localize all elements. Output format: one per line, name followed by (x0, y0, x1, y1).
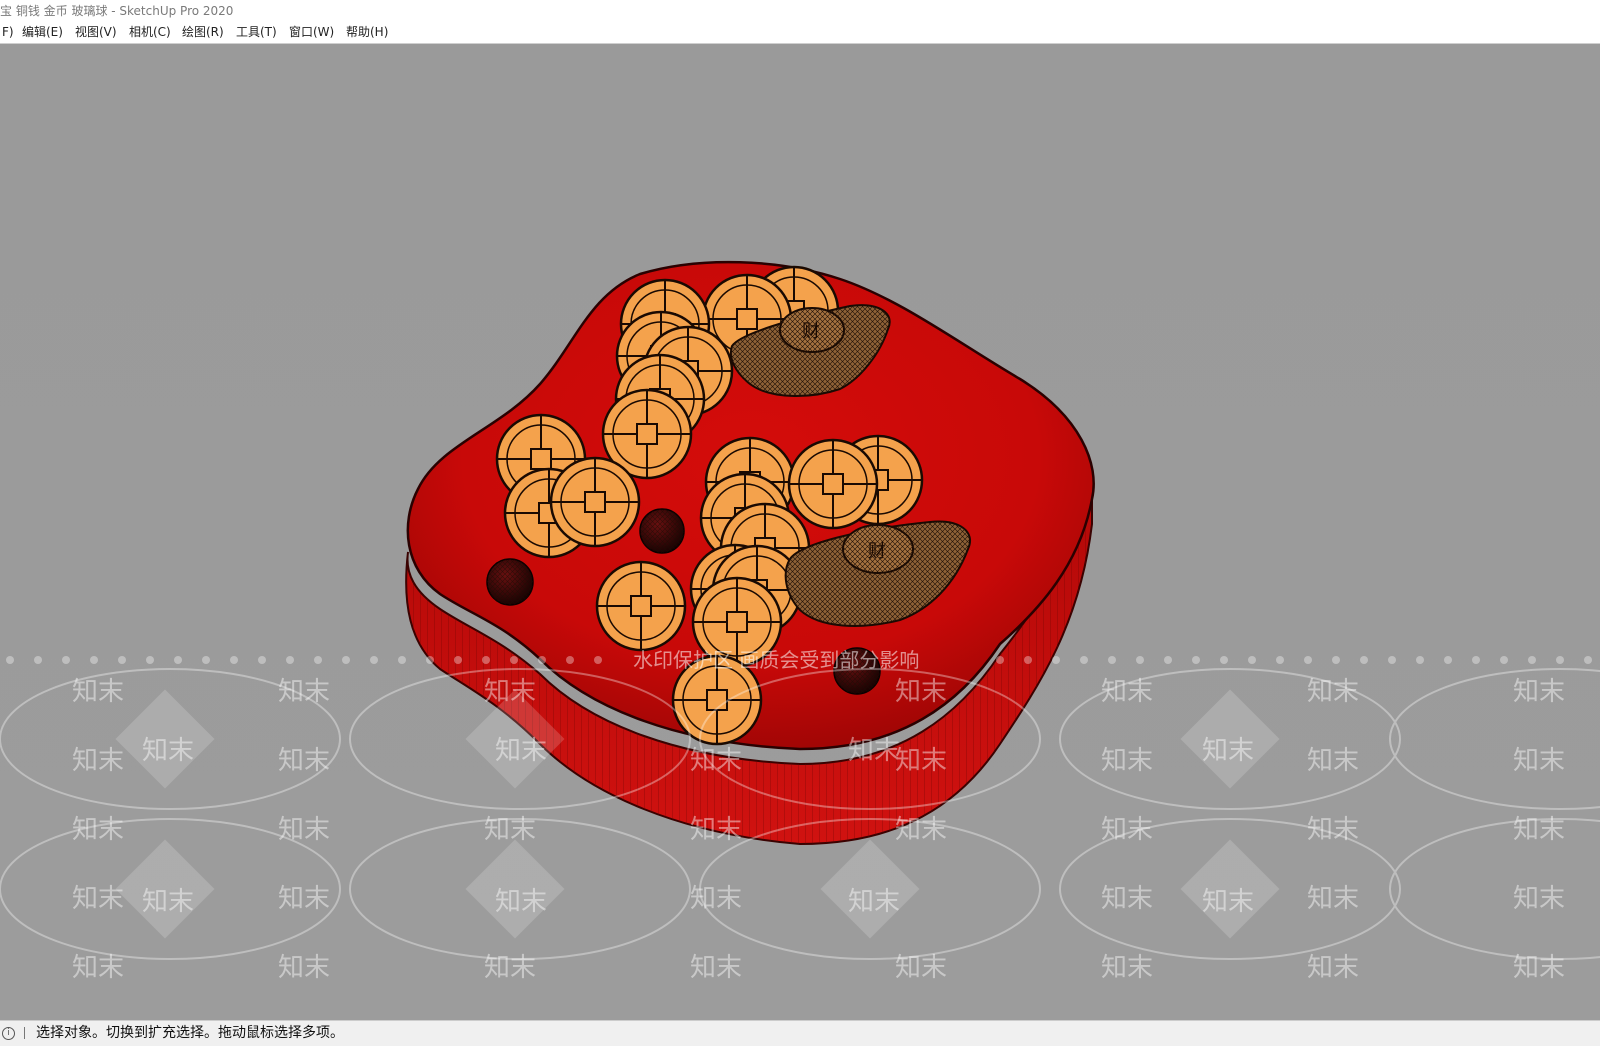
svg-text:知末: 知末 (1101, 677, 1153, 707)
window-title: 宝 铜钱 金币 玻璃球 - SketchUp Pro 2020 (0, 4, 234, 18)
svg-text:知末: 知末 (895, 677, 947, 707)
svg-text:知末: 知末 (895, 815, 947, 845)
svg-text:财: 财 (802, 321, 820, 342)
svg-text:知末: 知末 (1202, 887, 1254, 917)
svg-text:知末: 知末 (1307, 953, 1359, 983)
menu-edit[interactable]: 编辑(E) (20, 22, 65, 43)
svg-text:知末: 知末 (142, 887, 194, 917)
glass-marble[interactable] (639, 508, 685, 554)
coin[interactable] (549, 456, 641, 548)
svg-text:知末: 知末 (484, 953, 536, 983)
svg-text:知末: 知末 (1513, 815, 1565, 845)
svg-text:知末: 知末 (1307, 746, 1359, 776)
svg-text:财: 财 (868, 541, 886, 562)
svg-text:知末: 知末 (895, 953, 947, 983)
svg-text:知末: 知末 (1101, 953, 1153, 983)
svg-text:知末: 知末 (1101, 815, 1153, 845)
status-text: 选择对象。切换到扩充选择。拖动鼠标选择多项。 (36, 1025, 344, 1041)
menu-view[interactable]: 视图(V) (73, 22, 119, 43)
info-icon[interactable]: i (2, 1027, 15, 1040)
coin[interactable] (595, 560, 687, 652)
svg-text:知末: 知末 (1513, 953, 1565, 983)
menu-bar: F) 编辑(E) 视图(V) 相机(C) 绘图(R) 工具(T) 窗口(W) 帮… (0, 22, 1600, 44)
status-bar: i 选择对象。切换到扩充选择。拖动鼠标选择多项。 (0, 1020, 1600, 1046)
menu-window[interactable]: 窗口(W) (287, 22, 336, 43)
menu-file[interactable]: F) (0, 22, 16, 43)
svg-text:知末: 知末 (690, 815, 742, 845)
menu-camera[interactable]: 相机(C) (127, 22, 173, 43)
svg-text:知末: 知末 (1202, 736, 1254, 766)
svg-text:知末: 知末 (690, 746, 742, 776)
svg-text:知末: 知末 (1307, 884, 1359, 914)
svg-text:知末: 知末 (1307, 815, 1359, 845)
svg-text:知末: 知末 (142, 736, 194, 766)
svg-text:知末: 知末 (1513, 884, 1565, 914)
svg-text:知末: 知末 (495, 736, 547, 766)
svg-text:知末: 知末 (895, 746, 947, 776)
svg-text:知末: 知末 (278, 815, 330, 845)
svg-text:知末: 知末 (1513, 677, 1565, 707)
svg-text:知末: 知末 (690, 884, 742, 914)
glass-marble[interactable] (486, 558, 534, 606)
svg-text:知末: 知末 (72, 746, 124, 776)
svg-text:知末: 知末 (72, 884, 124, 914)
svg-text:知末: 知末 (848, 887, 900, 917)
svg-text:知末: 知末 (278, 953, 330, 983)
svg-text:知末: 知末 (484, 815, 536, 845)
svg-text:知末: 知末 (278, 746, 330, 776)
svg-text:知末: 知末 (72, 953, 124, 983)
svg-text:知末: 知末 (1307, 677, 1359, 707)
menu-tools[interactable]: 工具(T) (234, 22, 279, 43)
svg-text:知末: 知末 (690, 953, 742, 983)
svg-text:知末: 知末 (495, 887, 547, 917)
svg-text:知末: 知末 (278, 677, 330, 707)
svg-text:知末: 知末 (278, 884, 330, 914)
watermark-banner: 水印保护区 画质会受到部分影响 (633, 648, 919, 672)
svg-text:知末: 知末 (484, 677, 536, 707)
coin[interactable] (787, 438, 879, 530)
svg-text:知末: 知末 (72, 677, 124, 707)
status-separator (24, 1027, 25, 1039)
svg-text:知末: 知末 (1513, 746, 1565, 776)
model-viewport[interactable]: 财 财 水印保护区 画质会受到部分影响 知末 知末 知末 知末 知末 知末 知末… (0, 44, 1600, 1020)
menu-help[interactable]: 帮助(H) (344, 22, 390, 43)
svg-text:知末: 知末 (1101, 746, 1153, 776)
window-titlebar: 宝 铜钱 金币 玻璃球 - SketchUp Pro 2020 (0, 0, 1600, 22)
svg-text:知末: 知末 (72, 815, 124, 845)
menu-draw[interactable]: 绘图(R) (180, 22, 226, 43)
svg-text:知末: 知末 (1101, 884, 1153, 914)
svg-text:知末: 知末 (848, 736, 900, 766)
